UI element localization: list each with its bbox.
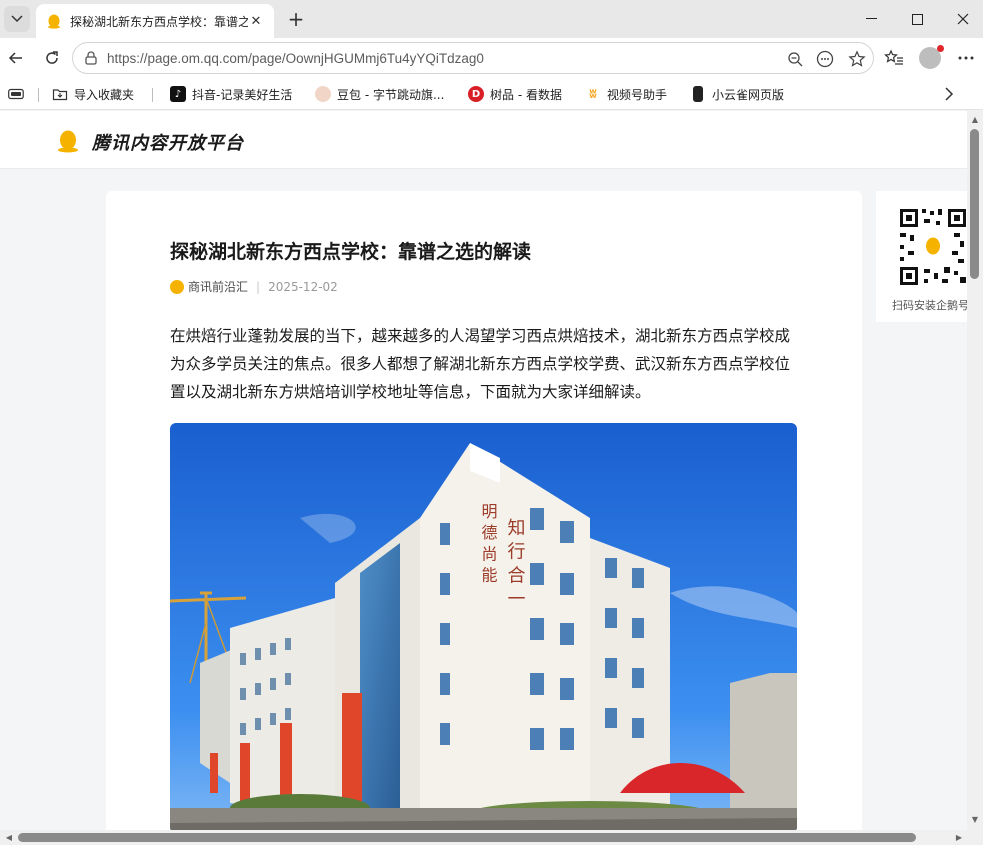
zoom-button[interactable] [785, 49, 805, 69]
arrow-left-icon [8, 52, 22, 64]
tab-actions-button[interactable] [4, 6, 30, 32]
settings-menu-button[interactable] [952, 44, 980, 72]
article-meta: 商讯前沿汇 | 2025-12-02 [170, 278, 338, 295]
tabs-icon [8, 88, 24, 100]
bookmark-label: 抖音-记录美好生活 [192, 87, 293, 102]
minimize-icon [865, 18, 877, 19]
qr-code-icon[interactable] [898, 207, 967, 287]
bookmark-xiaoyunque[interactable]: 小云雀网页版 [690, 82, 784, 106]
bookmark-doubao[interactable]: 豆包 - 字节跳动旗... [315, 82, 444, 106]
vertical-scroll-thumb[interactable] [970, 129, 979, 279]
scroll-right-icon[interactable]: ▶ [954, 833, 964, 843]
avatar [919, 45, 944, 69]
qr-card: 扫码安装企鹅号 [876, 191, 967, 322]
building-sign-2: 知 行 合 一 [505, 518, 526, 607]
zoom-out-icon [788, 52, 803, 67]
scroll-up-icon[interactable]: ▲ [970, 115, 980, 125]
horizontal-scroll-thumb[interactable] [18, 833, 916, 842]
tab-actions-button[interactable] [8, 82, 24, 106]
bookmark-label: 豆包 - 字节跳动旗... [337, 87, 445, 102]
maximize-icon [911, 13, 923, 25]
xiaoyunque-icon [693, 86, 703, 102]
article-title: 探秘湖北新东方西点学校：靠谱之选的解读 [170, 241, 532, 263]
scroll-down-icon[interactable]: ▼ [970, 815, 980, 825]
more-bookmarks-button[interactable] [944, 82, 954, 106]
qq-penguin-logo-icon[interactable] [56, 129, 80, 153]
meta-divider: | [256, 279, 261, 294]
profile-button[interactable] [916, 44, 944, 72]
shipinhao-icon: ʬ [589, 86, 597, 102]
article-source[interactable]: 商讯前沿汇 [188, 278, 248, 295]
favorites-button[interactable] [880, 44, 908, 72]
maximize-button[interactable] [894, 0, 940, 38]
bookmark-shupin[interactable]: D 树品 - 看数据 [468, 82, 562, 106]
article-card: 探秘湖北新东方西点学校：靠谱之选的解读 商讯前沿汇 | 2025-12-02 在… [106, 191, 862, 830]
close-window-button[interactable] [940, 0, 983, 38]
minimize-button[interactable] [848, 0, 894, 38]
vertical-scrollbar[interactable]: ▲ ▼ [967, 111, 983, 830]
bookmark-import[interactable]: 导入收藏夹 [52, 82, 134, 106]
bookmark-label: 视频号助手 [607, 87, 668, 102]
site-info-icon[interactable] [83, 50, 99, 66]
tab-title: 探秘湖北新东方西点学校：靠谱之选的解读 [70, 14, 248, 29]
bookmark-label: 小云雀网页版 [712, 87, 785, 102]
navigation-bar: https://page.om.qq.com/page/OownjHGUMmj6… [0, 38, 983, 78]
active-tab[interactable]: 探秘湖北新东方西点学校：靠谱之选的解读 ✕ [36, 4, 274, 38]
article-paragraph: 在烘焙行业蓬勃发展的当下，越来越多的人渴望学习西点烘焙技术，湖北新东方西点学校成… [170, 327, 791, 401]
bookmarks-divider [38, 88, 39, 102]
shupin-icon: D [468, 86, 484, 102]
qr-label: 扫码安装企鹅号 [892, 299, 967, 312]
scroll-left-icon[interactable]: ◀ [4, 833, 14, 843]
refresh-icon [46, 51, 58, 64]
tab-strip: 探秘湖北新东方西点学校：靠谱之选的解读 ✕ + [0, 0, 983, 38]
site-header: 腾讯内容开放平台 [0, 111, 967, 169]
chevron-right-icon [945, 87, 954, 101]
back-button[interactable] [2, 44, 30, 72]
favorites-list-icon [884, 49, 903, 65]
school-building-photo: 明 德 尚 能 知 行 合 一 [170, 423, 797, 830]
bookmark-label: 树品 - 看数据 [490, 87, 562, 102]
address-bar[interactable]: https://page.om.qq.com/page/OownjHGUMmj6… [72, 42, 874, 74]
favorite-button[interactable] [847, 49, 867, 69]
more-horizontal-icon [958, 56, 974, 60]
qq-penguin-icon [48, 14, 60, 29]
chevron-down-icon [11, 15, 23, 23]
folder-import-icon [52, 89, 68, 101]
article-image: 明 德 尚 能 知 行 合 一 [170, 423, 797, 830]
bookmark-shipinhao[interactable]: ʬ 视频号助手 [585, 82, 667, 106]
source-avatar-icon [170, 279, 184, 294]
doubao-icon [315, 86, 331, 102]
site-name[interactable]: 腾讯内容开放平台 [92, 129, 244, 155]
star-icon [848, 50, 866, 67]
more-circle-icon [816, 50, 834, 68]
building-sign-1: 明 德 尚 能 [479, 503, 498, 583]
page-viewport: 腾讯内容开放平台 探秘湖北新东方西点学校：靠谱之选的解读 商讯前沿汇 | 202… [0, 111, 967, 830]
article-date: 2025-12-02 [268, 279, 338, 294]
douyin-icon: ♪ [170, 86, 186, 102]
bookmark-label: 导入收藏夹 [74, 87, 135, 102]
refresh-button[interactable] [38, 44, 66, 72]
new-tab-button[interactable]: + [285, 7, 307, 31]
horizontal-scrollbar[interactable]: ◀ ▶ [0, 830, 983, 845]
bookmark-douyin[interactable]: ♪ 抖音-记录美好生活 [170, 82, 292, 106]
read-aloud-button[interactable] [815, 49, 835, 69]
bookmarks-bar: 导入收藏夹 ♪ 抖音-记录美好生活 豆包 - 字节跳动旗... D 树品 - 看… [0, 78, 983, 110]
close-icon [957, 13, 969, 25]
close-tab-button[interactable]: ✕ [248, 13, 264, 29]
bookmarks-divider [152, 88, 153, 102]
url-text[interactable]: https://page.om.qq.com/page/OownjHGUMmj6… [107, 51, 484, 66]
